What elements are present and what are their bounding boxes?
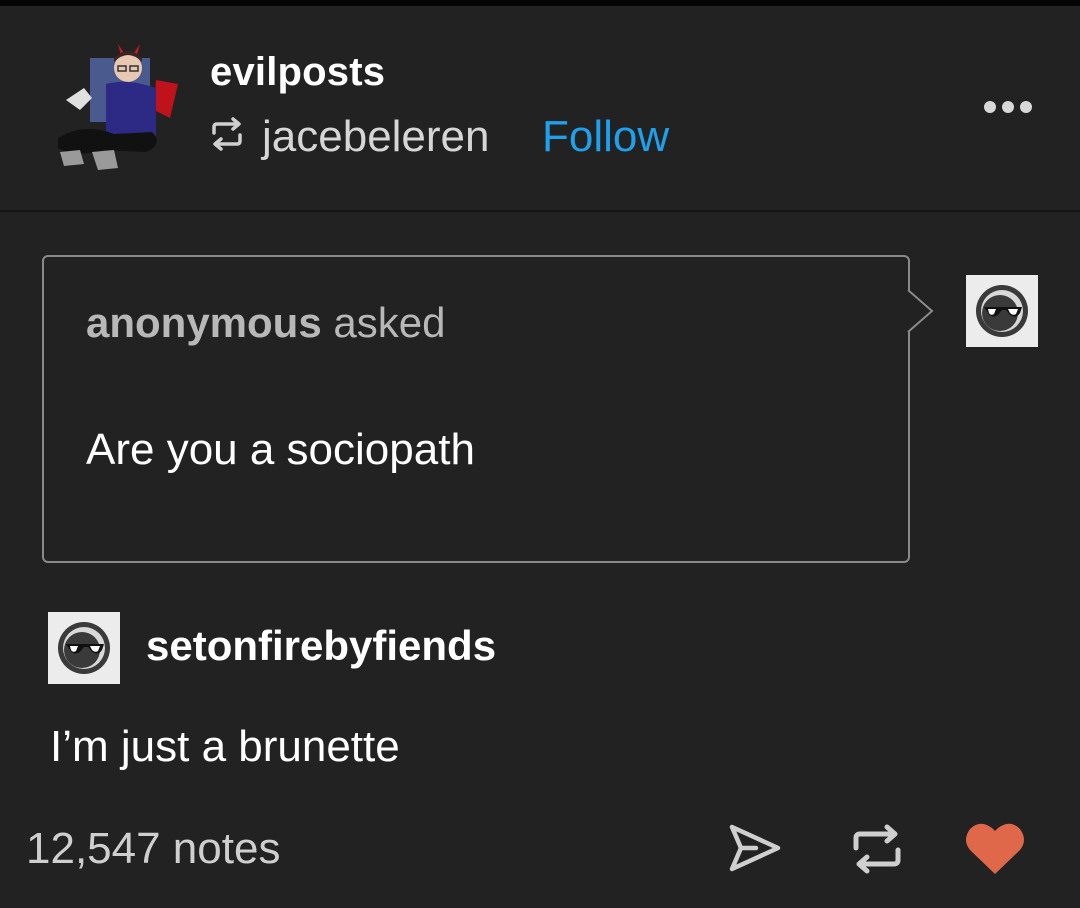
blog-name[interactable]: evilposts [210,50,385,95]
ask-pointer [906,289,936,333]
answerer-blog-name[interactable]: setonfirebyfiends [146,622,496,670]
like-heart-icon[interactable] [964,820,1026,876]
asked-label: asked [333,299,446,346]
more-options-icon[interactable] [982,98,1034,116]
ask-question: Are you a sociopath [86,425,475,474]
ask-header: anonymous asked [86,299,445,347]
follow-button[interactable]: Follow [542,112,669,162]
reblogged-from-blog[interactable]: jacebeleren [262,112,490,162]
answerer-avatar[interactable] [48,612,120,684]
asker-name: anonymous [86,299,322,346]
answer-text: I’m just a brunette [50,722,400,771]
blog-avatar[interactable] [44,40,180,176]
notes-count[interactable]: 12,547 notes [26,824,280,874]
share-icon[interactable] [728,822,782,874]
reblog-icon[interactable] [850,824,904,874]
top-bar [0,0,1080,6]
header-divider [0,210,1080,212]
ask-box: anonymous asked Are you a sociopath [42,255,910,563]
reblog-icon [208,117,246,151]
answerer-avatar-side[interactable] [966,275,1038,347]
